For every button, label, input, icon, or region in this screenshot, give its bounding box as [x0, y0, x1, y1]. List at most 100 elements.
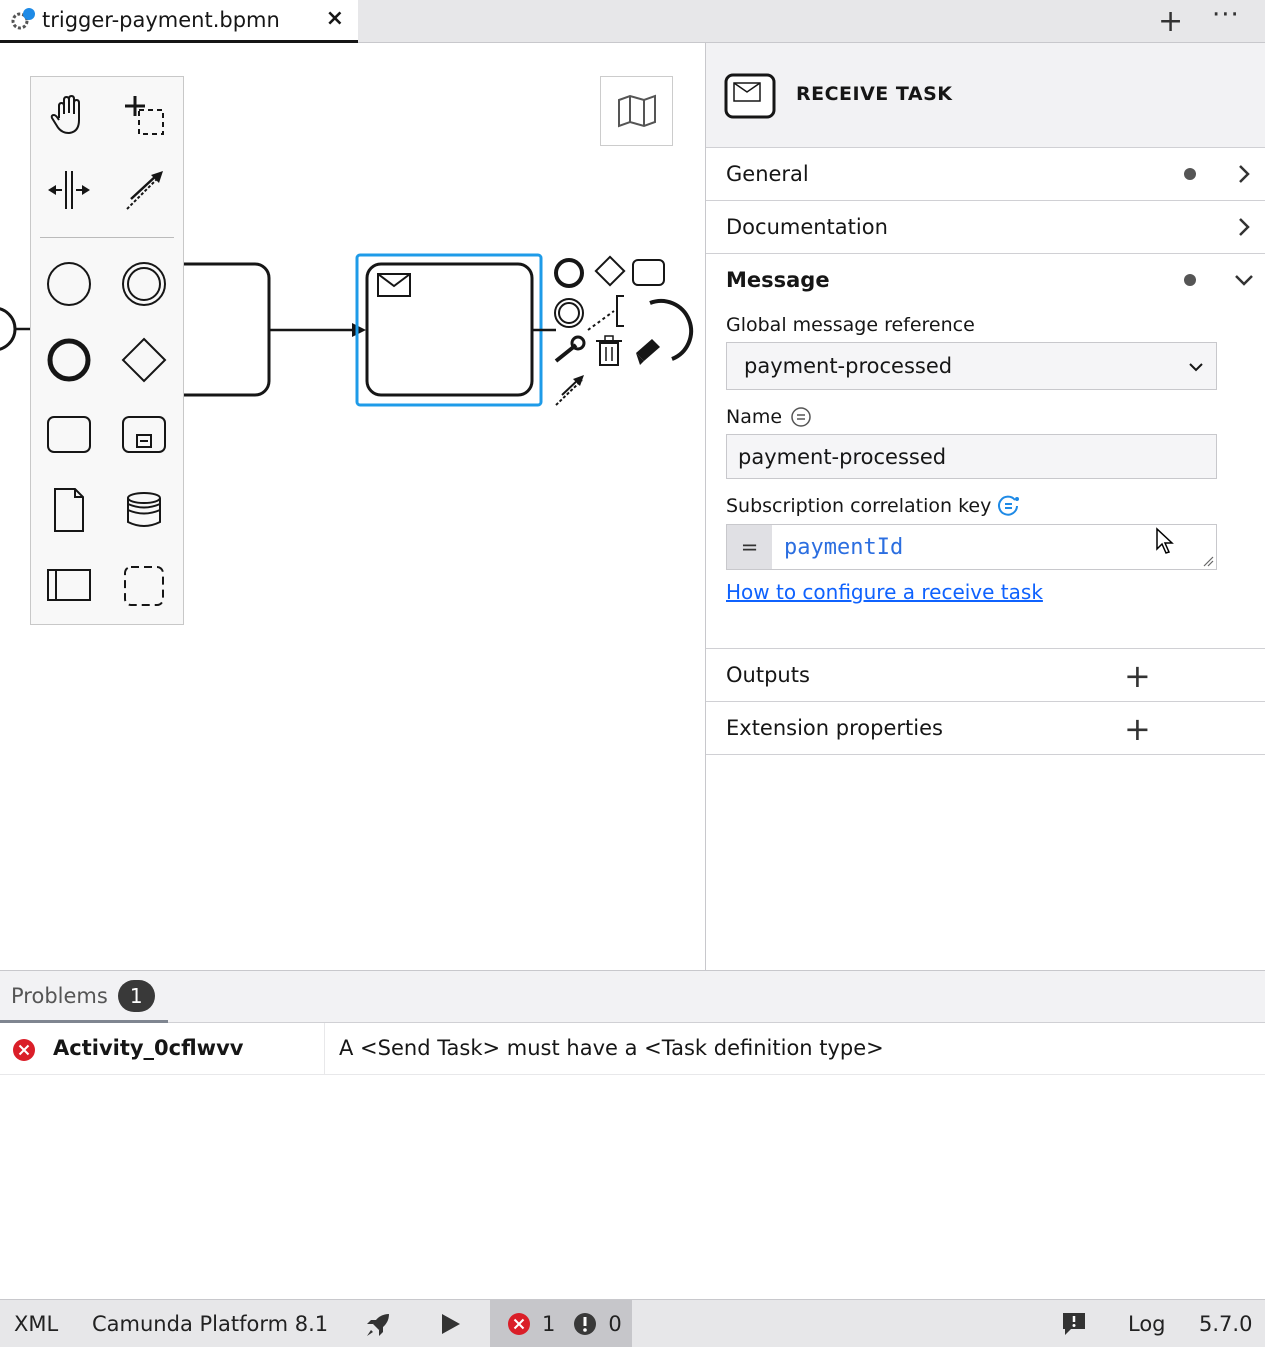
chevron-down-icon — [1189, 363, 1203, 372]
name-label: Name — [726, 406, 783, 428]
tab-bar: trigger-payment.bpmn × + ··· — [0, 0, 1265, 43]
global-message-ref-select[interactable]: payment-processed — [726, 342, 1217, 390]
gateway-tool-icon[interactable] — [114, 330, 174, 390]
problems-panel: Problems 1 Activity_0cflwvv A <Send Task… — [0, 970, 1265, 1299]
tool-palette — [30, 76, 184, 625]
problem-message: A <Send Task> must have a <Task definiti… — [339, 1036, 884, 1060]
append-gateway-icon — [594, 255, 626, 287]
element-type-title: RECEIVE TASK — [796, 83, 953, 105]
problems-tab[interactable]: Problems 1 — [0, 971, 168, 1023]
add-extension-property-button[interactable]: + — [1124, 710, 1151, 748]
group-message-header[interactable]: Message — [706, 254, 1265, 306]
group-label: Outputs — [726, 663, 810, 687]
minimap-toggle-button[interactable] — [600, 76, 673, 146]
issues-summary-button[interactable]: 1 0 — [490, 1300, 632, 1347]
deploy-rocket-icon[interactable] — [363, 1310, 393, 1340]
color-picker-icon — [636, 299, 694, 365]
group-message: Message Global message reference payment… — [706, 254, 1265, 649]
close-tab-icon[interactable]: × — [326, 6, 344, 31]
properties-panel: RECEIVE TASK General Documentation Messa… — [705, 43, 1265, 970]
group-outputs-header[interactable]: Outputs + — [706, 649, 1265, 701]
append-end-event-icon — [554, 258, 584, 288]
diagram-canvas[interactable] — [0, 43, 705, 970]
group-extension-properties-header[interactable]: Extension properties + — [706, 702, 1265, 754]
resize-handle-icon[interactable] — [1202, 555, 1214, 567]
append-intermediate-event-icon — [554, 298, 584, 328]
chevron-right-icon — [1239, 218, 1250, 236]
palette-divider — [40, 237, 174, 238]
text-annotation-icon — [587, 295, 624, 331]
execution-platform-button[interactable]: Camunda Platform 8.1 — [92, 1312, 328, 1336]
data-indicator-dot — [1184, 274, 1196, 286]
feedback-icon[interactable] — [1061, 1311, 1087, 1337]
name-value: payment-processed — [738, 444, 947, 469]
map-icon — [617, 94, 656, 128]
panel-header: RECEIVE TASK — [706, 43, 1265, 148]
error-count: 1 — [542, 1312, 556, 1336]
group-label: General — [726, 162, 809, 186]
file-tab[interactable]: trigger-payment.bpmn × — [0, 0, 358, 43]
arrow-head — [352, 323, 366, 337]
feel-required-icon[interactable] — [997, 494, 1021, 518]
feel-expression-toggle[interactable]: = — [727, 525, 772, 569]
run-play-icon[interactable] — [440, 1312, 462, 1336]
help-link[interactable]: How to configure a receive task — [726, 580, 1265, 604]
data-store-tool-icon[interactable] — [114, 480, 174, 540]
correlation-key-editor[interactable]: = paymentId — [726, 524, 1217, 570]
mouse-cursor-icon — [1156, 527, 1174, 554]
envelope-marker — [377, 273, 411, 297]
pool-tool-icon[interactable] — [39, 556, 99, 616]
subprocess-tool-icon[interactable] — [114, 405, 174, 465]
problems-tab-label: Problems — [11, 983, 108, 1008]
task-tool-icon[interactable] — [39, 405, 99, 465]
receive-task-icon — [724, 73, 776, 123]
group-tool-icon[interactable] — [114, 556, 174, 616]
lasso-tool-icon[interactable] — [114, 85, 174, 145]
column-divider — [324, 1023, 325, 1075]
add-output-button[interactable]: + — [1124, 657, 1151, 695]
log-button[interactable]: Log — [1128, 1312, 1166, 1336]
select-value: payment-processed — [744, 354, 953, 378]
global-message-ref-label: Global message reference — [726, 314, 975, 336]
start-event — [0, 307, 17, 351]
space-tool-icon[interactable] — [39, 160, 99, 220]
more-options-button[interactable]: ··· — [1212, 0, 1240, 30]
tab-title: trigger-payment.bpmn — [42, 8, 280, 32]
connect-icon — [555, 375, 584, 406]
xml-view-button[interactable]: XML — [14, 1312, 58, 1336]
name-field[interactable]: payment-processed — [726, 434, 1217, 479]
group-label: Message — [726, 268, 830, 292]
group-outputs: Outputs + — [706, 649, 1265, 702]
bpmn-file-icon — [8, 5, 38, 35]
end-event-tool-icon[interactable] — [39, 330, 99, 390]
correlation-label: Subscription correlation key — [726, 495, 992, 517]
start-event-tool-icon[interactable] — [39, 254, 99, 314]
data-object-tool-icon[interactable] — [39, 480, 99, 540]
problem-row[interactable]: Activity_0cflwvv A <Send Task> must have… — [0, 1023, 1265, 1075]
warning-icon — [574, 1313, 597, 1335]
name-label-row: Name — [726, 406, 1265, 428]
new-tab-button[interactable]: + — [1158, 4, 1183, 39]
group-general-header[interactable]: General — [706, 148, 1265, 200]
problems-tab-bar: Problems 1 — [0, 971, 1265, 1023]
warning-count: 0 — [608, 1312, 622, 1336]
chevron-right-icon — [1239, 165, 1250, 183]
intermediate-event-tool-icon[interactable] — [114, 254, 174, 314]
group-documentation: Documentation — [706, 201, 1265, 254]
chevron-down-icon — [1235, 275, 1253, 286]
version-label: 5.7.0 — [1199, 1312, 1253, 1336]
group-extension-properties: Extension properties + — [706, 702, 1265, 755]
group-label: Extension properties — [726, 716, 943, 740]
global-connect-tool-icon[interactable] — [114, 160, 174, 220]
group-label: Documentation — [726, 215, 888, 239]
feel-optional-icon[interactable] — [790, 406, 812, 428]
correlation-key-value[interactable]: paymentId — [772, 525, 1216, 569]
problems-count-badge: 1 — [117, 979, 155, 1012]
hand-tool-icon[interactable] — [39, 85, 99, 145]
group-general: General — [706, 148, 1265, 201]
wrench-icon — [554, 335, 586, 363]
error-icon — [508, 1313, 530, 1335]
group-documentation-header[interactable]: Documentation — [706, 201, 1265, 253]
status-bar: XML Camunda Platform 8.1 1 0 Log 5.7.0 — [0, 1299, 1265, 1347]
problem-element-id: Activity_0cflwvv — [53, 1036, 244, 1060]
